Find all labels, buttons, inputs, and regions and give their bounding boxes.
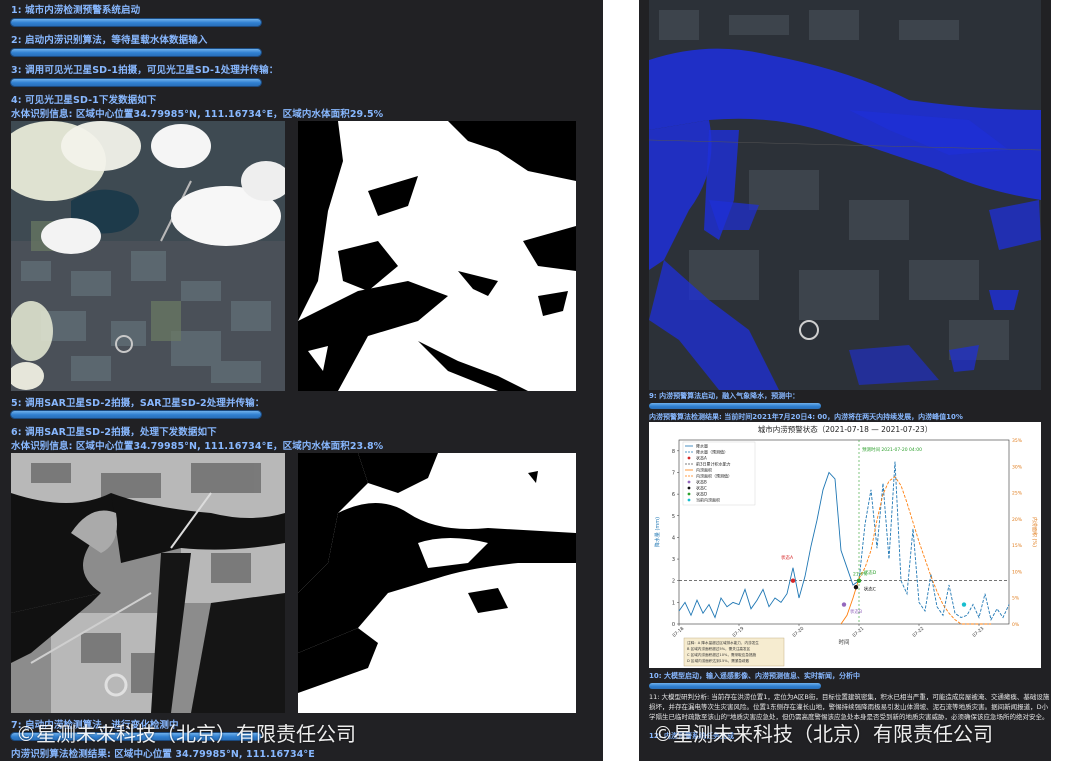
legend-swatch-7 xyxy=(687,486,691,490)
warning-chart-svg: 城市内涝预警状态（2021-07-18 — 2021-07-23） 0 1 2 3 4 5 6… xyxy=(654,424,1038,667)
log-line-5: 5: 调用SAR卫星SD-2拍摄，SAR卫星SD-2处理并传输： xyxy=(11,398,265,409)
marker-1 xyxy=(841,602,847,607)
legend-swatch-9 xyxy=(687,498,691,502)
series-line-3 xyxy=(858,476,991,625)
warning-result: 内涝预警算法检测结果: 当前时间2021年7月20日4: 00，内涝将在两天内持… xyxy=(649,413,963,421)
annotation-1: 状态B xyxy=(850,608,862,615)
log-line-6: 6: 调用SAR卫星SD-2拍摄，处理下发数据如下 xyxy=(11,427,217,438)
x-tick-label-3: 07-21 xyxy=(851,626,865,639)
log-line-1: 1: 城市内涝检测预警系统启动 xyxy=(11,5,141,16)
log-line-9: 9: 内涝预警算法启动，融入气象降水，预测中： xyxy=(649,392,800,400)
marker-4 xyxy=(961,602,967,607)
legend-swatch-6 xyxy=(687,480,691,484)
note-line-2: C 区域内涝面积超过10%，需采取应急措施 xyxy=(687,652,757,657)
x-tick-label-4: 07-22 xyxy=(911,626,925,639)
y-tick-label-3: 3 xyxy=(672,557,675,563)
y2-tick-label-0: 0% xyxy=(1012,622,1020,628)
progress-bar-3 xyxy=(11,79,261,86)
chart-title: 城市内涝预警状态（2021-07-18 — 2021-07-23） xyxy=(758,424,932,434)
note-line-1: B 区域内涝面积超过5%，需关注高发区 xyxy=(687,646,751,651)
watermark-right: ©星测未来科技（北京）有限责任公司 xyxy=(653,722,993,746)
annotation-2: 状态C xyxy=(864,585,876,592)
series-line-1 xyxy=(858,461,1010,621)
sar-satellite-image xyxy=(11,453,285,713)
y-tick-label-1: 1 xyxy=(672,600,675,606)
annotation-0: 状态A xyxy=(781,554,794,561)
x-tick-label-1: 07-19 xyxy=(731,626,745,639)
marker-3 xyxy=(856,578,862,583)
analysis-line-1: 11: 大模型研判分析: 当前存在洪涝位置1，定位为A区B街，目标位置建筑密集，… xyxy=(649,693,1050,701)
optical-satellite-image xyxy=(11,121,285,391)
x-axis-label: 时间 xyxy=(838,638,849,646)
legend-swatch-2 xyxy=(687,456,691,460)
progress-bar-9 xyxy=(649,403,821,409)
legend-label-2: 状态A xyxy=(696,455,707,461)
y2-tick-label-1: 5% xyxy=(1012,596,1020,602)
log-line-2: 2: 启动内涝识别算法，等待星载水体数据输入 xyxy=(11,35,208,46)
legend-label-8: 状态D xyxy=(696,491,707,497)
y-tick-label-8: 8 xyxy=(672,449,675,455)
y-tick-label-4: 4 xyxy=(672,535,675,541)
progress-bar-5 xyxy=(11,411,261,418)
marker-2 xyxy=(853,585,859,590)
y2-tick-label-2: 10% xyxy=(1012,569,1023,575)
y2-tick-label-7: 35% xyxy=(1012,438,1023,444)
detection-result: 内涝识别算法检测结果: 区域中心位置 34.79985°N, 111.16734… xyxy=(11,749,315,760)
legend-label-0: 降水量 xyxy=(696,443,708,449)
y2-tick-label-4: 20% xyxy=(1012,517,1023,523)
legend-label-5: 内涝面积（预测值） xyxy=(696,473,732,479)
optical-water-mask xyxy=(298,121,576,391)
annotation-4: 21.6% xyxy=(853,571,868,577)
progress-bar-1 xyxy=(11,19,261,26)
note-line-0: 注释：A 降水量超过区域排水能力，内涝发生 xyxy=(687,640,759,645)
y-tick-label-5: 5 xyxy=(672,514,675,520)
warning-chart: 城市内涝预警状态（2021-07-18 — 2021-07-23） 0 1 2 3 4 5 6… xyxy=(649,422,1041,668)
y-axis-label: 降水量 (mm) xyxy=(654,517,661,547)
progress-bar-2 xyxy=(11,49,261,56)
watermark-left: ©星测未来科技（北京）有限责任公司 xyxy=(16,722,356,746)
log-line-4: 4: 可见光卫星SD-1下发数据如下 xyxy=(11,95,157,106)
x-tick-label-5: 07-23 xyxy=(971,626,985,639)
legend-label-4: 内涝面积 xyxy=(696,467,712,473)
water-info-1: 水体识别信息: 区域中心位置34.79985°N, 111.16734°E，区域… xyxy=(11,109,384,120)
progress-bar-10 xyxy=(649,683,821,689)
y2-tick-label-3: 15% xyxy=(1012,543,1023,549)
log-line-3: 3: 调用可见光卫星SD-1拍摄，可见光卫星SD-1处理并传输： xyxy=(11,65,279,76)
sar-water-mask xyxy=(298,453,576,713)
note-line-3: D 区域内涝面积达到15%，需紧急疏散 xyxy=(687,658,750,663)
y-tick-label-0: 0 xyxy=(672,622,675,628)
legend-label-9: 当前内涝面积 xyxy=(696,497,720,503)
y-tick-label-6: 6 xyxy=(672,492,675,498)
y-tick-label-7: 7 xyxy=(672,470,675,476)
annotation-5: 预测时间 2021-07-20 04:00 xyxy=(862,446,922,453)
legend-label-3: 前3日累计积水能力 xyxy=(696,461,731,467)
right-log-panel: 9: 内涝预警算法启动，融入气象降水，预测中： 内涝预警算法检测结果: 当前时间… xyxy=(639,0,1051,761)
water-info-2: 水体识别信息: 区域中心位置34.79985°N, 111.16734°E，区域… xyxy=(11,441,384,452)
analysis-line-2: 损坏，并存在漏电等次生灾害风险。位置1东侧存在灌长山地，警惕持续强降雨极易引发山… xyxy=(649,703,1049,711)
y2-tick-label-6: 30% xyxy=(1012,464,1023,470)
legend-swatch-8 xyxy=(687,492,691,496)
marker-0 xyxy=(790,578,796,583)
y2-axis-label: 内涝面积 (%) xyxy=(1031,517,1038,547)
x-tick-label-2: 07-20 xyxy=(791,626,805,639)
y-tick-label-2: 2 xyxy=(672,579,675,585)
legend-label-7: 状态C xyxy=(696,485,707,491)
y2-tick-label-5: 25% xyxy=(1012,491,1023,497)
legend-label-1: 降水量（预测值） xyxy=(696,449,728,455)
flood-overlay-map xyxy=(649,0,1041,390)
log-line-10: 10: 大模型启动，输入遥感影像、内涝预测信息、实时新闻，分析中 xyxy=(649,672,860,680)
left-log-panel: 1: 城市内涝检测预警系统启动 2: 启动内涝识别算法，等待星载水体数据输入 3… xyxy=(0,0,603,761)
legend-label-6: 状态B xyxy=(696,479,707,485)
